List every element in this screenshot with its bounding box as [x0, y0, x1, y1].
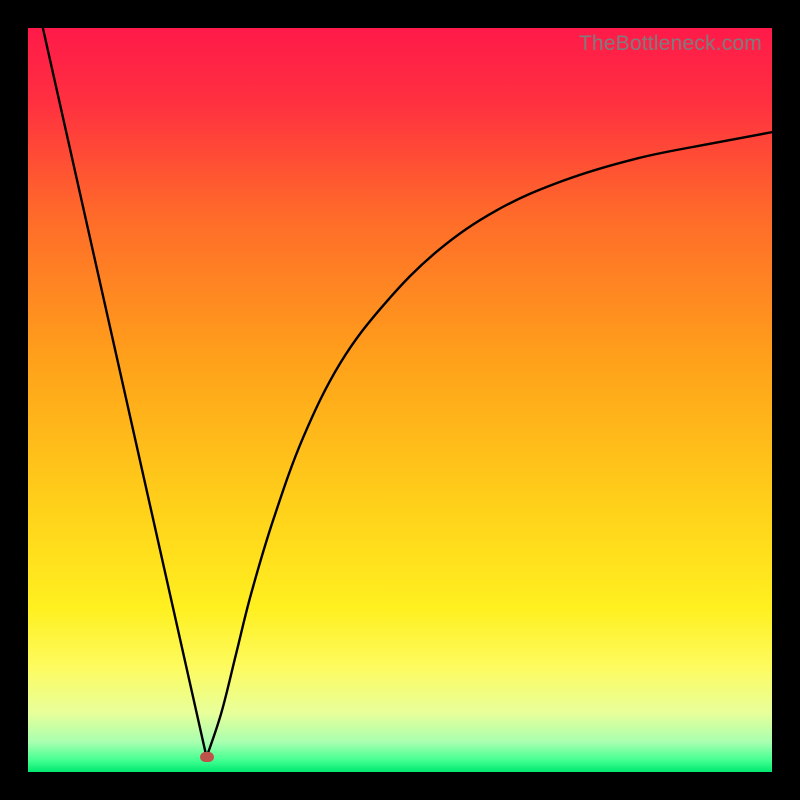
chart-frame: TheBottleneck.com — [0, 0, 800, 800]
watermark-text: TheBottleneck.com — [579, 32, 762, 56]
minimum-marker — [200, 752, 214, 762]
bottleneck-curve — [28, 28, 772, 772]
plot-area: TheBottleneck.com — [28, 28, 772, 772]
